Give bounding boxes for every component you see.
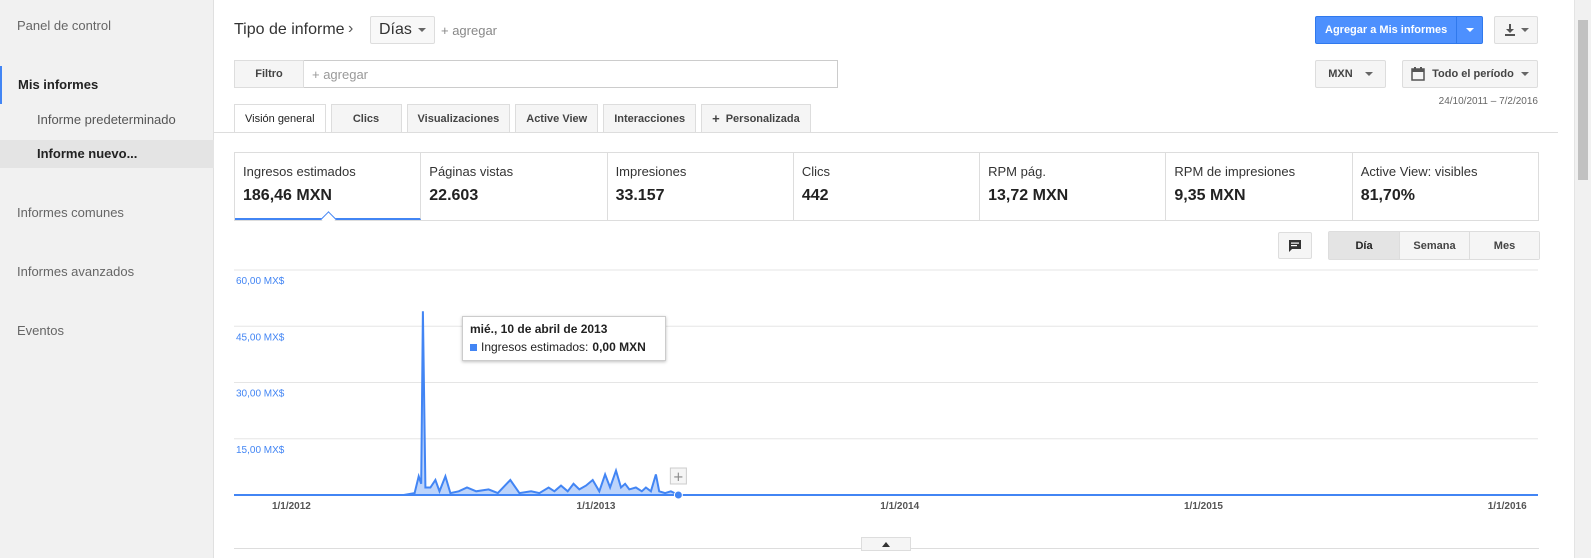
tooltip-value: 0,00 MXN: [592, 340, 646, 354]
metric-label: Ingresos estimados: [243, 164, 356, 179]
earnings-chart[interactable]: 15,00 MX$ 30,00 MX$ 45,00 MX$ 60,00 MX$ 1/1/…: [214, 265, 1558, 525]
metric-label: Impresiones: [615, 164, 687, 179]
caret-down-icon: [1520, 28, 1529, 32]
dimension-dropdown[interactable]: Días: [370, 16, 435, 44]
metric-impression-rpm[interactable]: RPM de impresiones 9,35 MXN: [1166, 153, 1353, 220]
tooltip-row: Ingresos estimados: 0,00 MXN: [470, 340, 658, 354]
currency-dropdown[interactable]: MXN: [1315, 60, 1386, 88]
filter-bar: Filtro + agregar: [234, 60, 838, 88]
sidebar: Panel de control Mis informes Informe pr…: [0, 0, 214, 558]
dimension-label: Días: [379, 21, 412, 38]
sidebar-item-advanced-reports[interactable]: Informes avanzados: [17, 264, 134, 279]
sidebar-item-events[interactable]: Eventos: [17, 323, 64, 338]
sidebar-active-indicator: [0, 66, 2, 104]
chevron-right-icon: ›: [348, 20, 354, 37]
metric-clicks[interactable]: Clics 442: [794, 153, 981, 220]
plus-icon: +: [673, 470, 684, 485]
metric-label: Active View: visibles: [1360, 164, 1478, 179]
metric-label: RPM de impresiones: [1174, 164, 1296, 179]
metric-value: 13,72 MXN: [988, 187, 1069, 204]
y-tick-label: 60,00 MX$: [236, 276, 285, 287]
period-label: Todo el período: [1432, 68, 1514, 80]
filter-input[interactable]: + agregar: [304, 60, 838, 88]
highlighted-point: [673, 490, 683, 500]
scrollbar-thumb[interactable]: [1578, 20, 1588, 180]
sidebar-item-dashboard[interactable]: Panel de control: [17, 18, 111, 33]
x-tick-label: 1/1/2016: [1488, 501, 1527, 512]
metric-page-views[interactable]: Páginas vistas 22.603: [421, 153, 608, 220]
metric-estimated-earnings[interactable]: Ingresos estimados 186,46 MXN: [235, 153, 422, 220]
calendar-icon: [1411, 67, 1425, 81]
metric-value: 186,46 MXN: [243, 187, 332, 204]
tab-custom-label: Personalizada: [725, 112, 800, 125]
currency-label: MXN: [1328, 68, 1353, 80]
x-tick-label: 1/1/2014: [880, 501, 919, 512]
page-scrollbar[interactable]: [1574, 0, 1591, 558]
caret-down-icon: [1520, 72, 1529, 76]
caret-down-icon: [417, 28, 426, 32]
period-dropdown[interactable]: Todo el período: [1402, 60, 1538, 88]
sidebar-item-common-reports[interactable]: Informes comunes: [17, 205, 124, 220]
sidebar-item-my-reports[interactable]: Mis informes: [18, 77, 98, 92]
caret-down-icon: [1364, 72, 1373, 76]
x-tick-label: 1/1/2013: [577, 501, 616, 512]
tab-overview[interactable]: Visión general: [234, 104, 326, 133]
download-icon: [1504, 24, 1515, 36]
y-tick-label: 30,00 MX$: [236, 389, 285, 400]
collapse-chart-button[interactable]: [861, 537, 911, 551]
tooltip-series-label: Ingresos estimados:: [481, 340, 589, 354]
filter-button[interactable]: Filtro: [234, 60, 304, 88]
metric-page-rpm[interactable]: RPM pág. 13,72 MXN: [980, 153, 1167, 220]
tab-custom[interactable]: + Personalizada: [701, 104, 811, 132]
comment-icon: [1289, 239, 1301, 252]
add-to-my-reports-label: Agregar a Mis informes: [1325, 24, 1448, 36]
series-swatch: [470, 343, 477, 351]
y-tick-label: 45,00 MX$: [236, 332, 285, 343]
caret-down-icon: [1465, 28, 1474, 32]
add-to-my-reports-button[interactable]: Agregar a Mis informes: [1315, 16, 1484, 44]
metric-label: Páginas vistas: [429, 164, 514, 179]
sidebar-item-default-report[interactable]: Informe predeterminado: [37, 112, 176, 127]
tab-clicks[interactable]: Clics: [330, 104, 402, 132]
caret-up-icon: [882, 541, 890, 547]
x-tick-label: 1/1/2012: [272, 501, 311, 512]
tab-interactions[interactable]: Interacciones: [603, 104, 697, 132]
metric-value: 22.603: [429, 187, 479, 204]
report-tabs: Visión general Clics Visualizaciones Act…: [234, 104, 811, 133]
granularity-week-button[interactable]: Semana: [1399, 232, 1469, 259]
tooltip-date: mié., 10 de abril de 2013: [470, 322, 608, 336]
tabs-divider: [214, 132, 1558, 133]
add-dimension-link[interactable]: + agregar: [441, 23, 497, 38]
metric-value: 81,70%: [1360, 187, 1415, 204]
date-range-text: 24/10/2011 – 7/2/2016: [1438, 96, 1538, 107]
metric-value: 33.157: [615, 187, 665, 204]
metric-impressions[interactable]: Impresiones 33.157: [608, 153, 794, 220]
metric-label: RPM pág.: [988, 164, 1046, 179]
sidebar-item-new-report-label: Informe nuevo...: [37, 146, 138, 161]
sidebar-item-new-report[interactable]: Informe nuevo...: [0, 140, 214, 168]
add-to-my-reports-dropdown[interactable]: [1456, 17, 1482, 43]
granularity-day-button[interactable]: Día: [1329, 232, 1399, 259]
metric-value: 442: [801, 187, 829, 204]
tab-views[interactable]: Visualizaciones: [406, 104, 511, 132]
metric-active-view-viewable[interactable]: Active View: visibles 81,70%: [1353, 153, 1538, 220]
chart-tooltip: mié., 10 de abril de 2013 Ingresos estim…: [462, 316, 666, 361]
metrics-scorecard: Ingresos estimados 186,46 MXN Páginas vi…: [234, 152, 1539, 221]
granularity-month-button[interactable]: Mes: [1469, 232, 1539, 259]
tab-active-view[interactable]: Active View: [515, 104, 599, 132]
granularity-toggle: Día Semana Mes: [1328, 231, 1540, 260]
x-tick-label: 1/1/2015: [1184, 501, 1223, 512]
metric-label: Clics: [801, 164, 831, 179]
report-type-label: Tipo de informe: [234, 21, 345, 38]
metric-value: 9,35 MXN: [1174, 187, 1246, 204]
plus-icon: +: [712, 111, 720, 126]
annotations-button[interactable]: [1278, 232, 1312, 259]
y-tick-label: 15,00 MX$: [236, 445, 285, 456]
download-button[interactable]: [1494, 16, 1538, 44]
